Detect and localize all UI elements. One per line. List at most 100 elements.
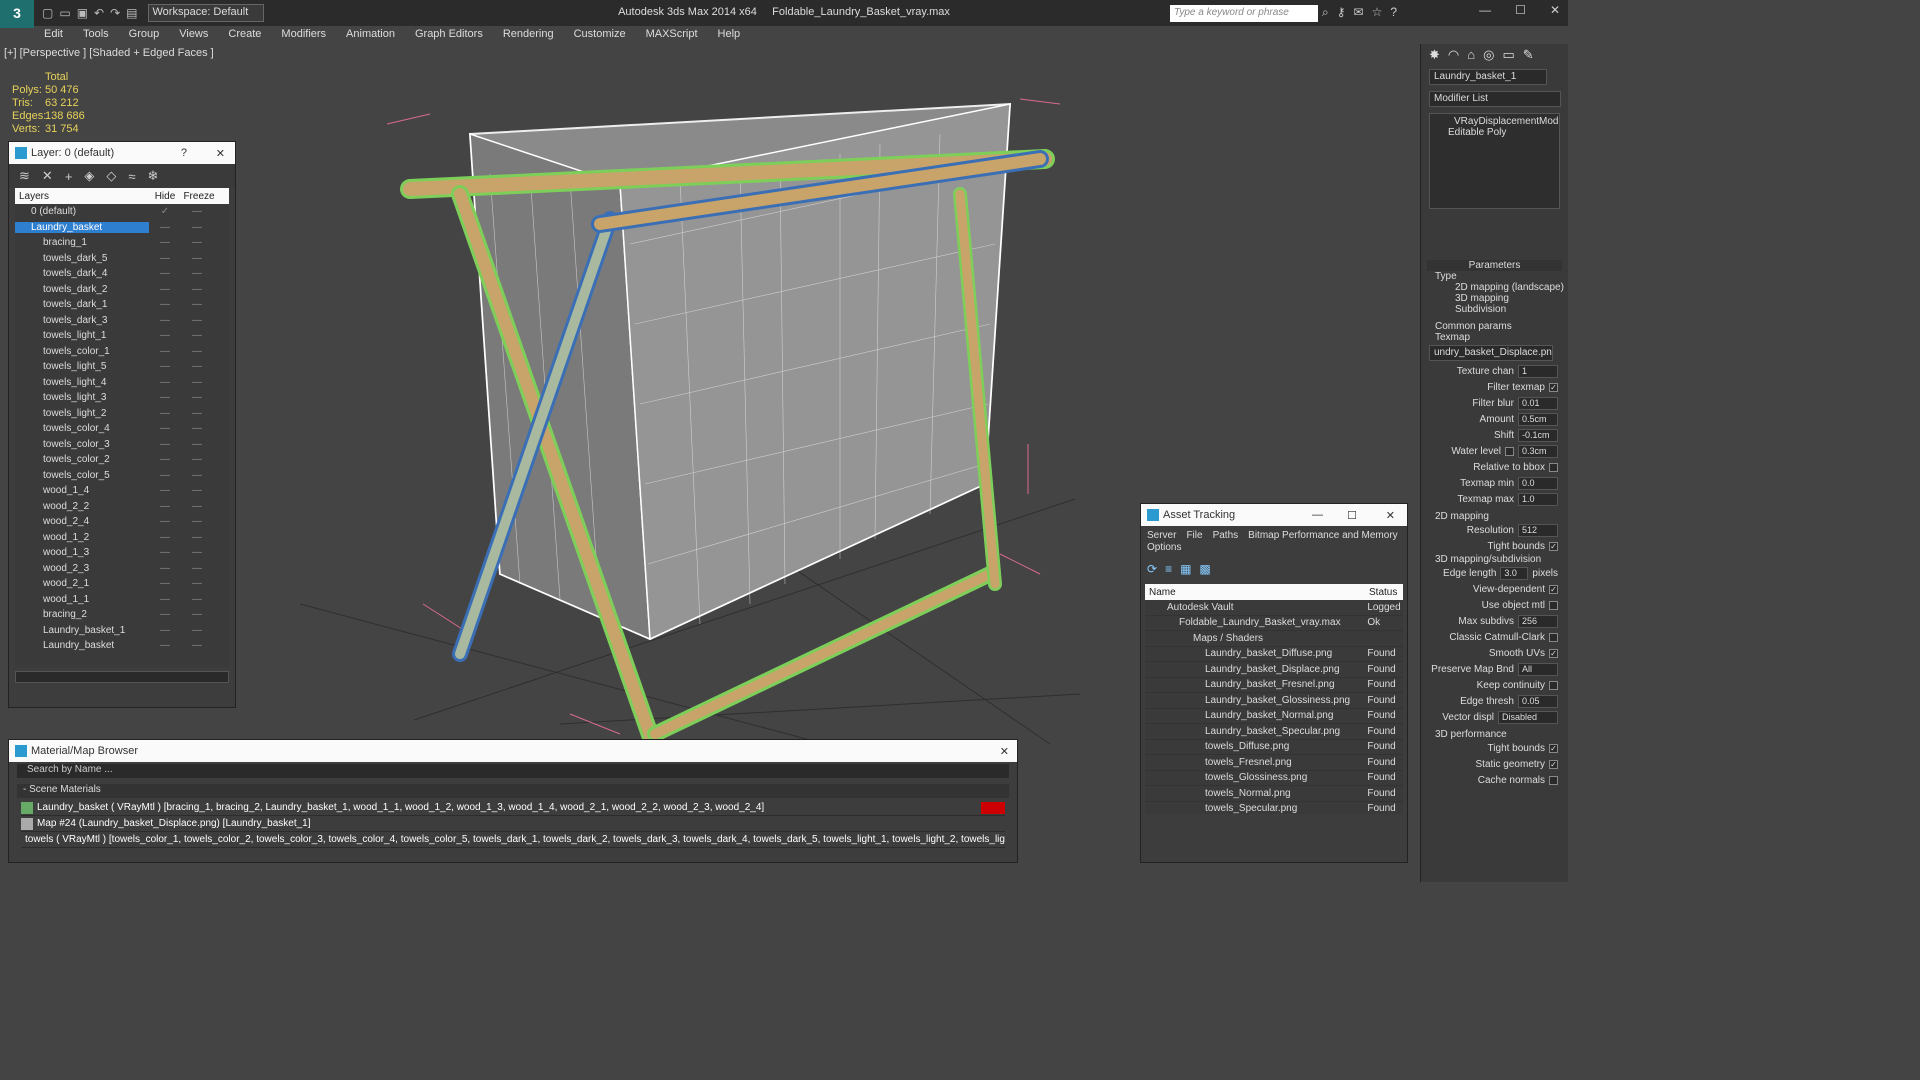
catmull-checkbox[interactable]	[1549, 632, 1558, 642]
hide-toggle[interactable]: —	[149, 640, 181, 651]
communication-icon[interactable]: ✉	[1354, 5, 1364, 20]
asset-row[interactable]: towels_Fresnel.png Found	[1145, 755, 1403, 771]
refresh-icon[interactable]: ⟳	[1147, 562, 1157, 576]
hide-toggle[interactable]: —	[149, 578, 181, 589]
hide-toggle[interactable]: —	[149, 423, 181, 434]
layer-panel-header[interactable]: Layer: 0 (default) ? ✕	[9, 142, 235, 164]
freeze-toggle[interactable]: —	[181, 563, 213, 574]
freeze-toggle[interactable]: —	[181, 361, 213, 372]
freeze-toggle[interactable]: —	[181, 377, 213, 388]
add-icon[interactable]: +	[65, 169, 73, 184]
layer-row[interactable]: bracing_2 — —	[15, 607, 229, 623]
help-button[interactable]: ?	[181, 147, 187, 159]
menu-server[interactable]: Server	[1147, 530, 1176, 542]
layer-row[interactable]: towels_color_3 — —	[15, 437, 229, 453]
static-geometry-checkbox[interactable]: ✓	[1549, 759, 1558, 769]
select-icon[interactable]: ◈	[84, 168, 94, 184]
save-icon[interactable]: ▣	[77, 6, 88, 20]
hide-all-icon[interactable]: ≈	[128, 169, 135, 184]
asset-tracking-header[interactable]: Asset Tracking — ☐ ✕	[1141, 504, 1407, 526]
hide-toggle[interactable]: —	[149, 346, 181, 357]
app-logo-icon[interactable]: 3	[0, 0, 34, 28]
hide-toggle[interactable]: —	[149, 330, 181, 341]
highlight-icon[interactable]: ◇	[106, 168, 116, 184]
motion-tab-icon[interactable]: ◎	[1483, 47, 1494, 63]
create-tab-icon[interactable]: ✸	[1429, 47, 1440, 63]
menu-tools[interactable]: Tools	[73, 26, 119, 44]
freeze-toggle[interactable]: —	[181, 454, 213, 465]
freeze-toggle[interactable]: —	[181, 640, 213, 651]
menu-graph-editors[interactable]: Graph Editors	[405, 26, 493, 44]
material-row[interactable]: towels ( VRayMtl ) [towels_color_1, towe…	[21, 832, 1005, 848]
hide-toggle[interactable]: ✓	[149, 206, 181, 217]
layer-row[interactable]: towels_color_4 — —	[15, 421, 229, 437]
freeze-toggle[interactable]: —	[181, 578, 213, 589]
asset-row[interactable]: Autodesk Vault Logged	[1145, 600, 1403, 616]
asset-row[interactable]: towels_Normal.png Found	[1145, 786, 1403, 802]
layer-row[interactable]: wood_1_1 — —	[15, 592, 229, 608]
asset-row[interactable]: Laundry_basket_Glossiness.png Found	[1145, 693, 1403, 709]
hide-toggle[interactable]: —	[149, 609, 181, 620]
asset-row[interactable]: towels_Specular.png Found	[1145, 802, 1403, 814]
amount-input[interactable]: 0.5cm	[1518, 412, 1558, 426]
menu-edit[interactable]: Edit	[34, 26, 73, 44]
vector-displ-dropdown[interactable]: Disabled	[1498, 710, 1558, 724]
freeze-toggle[interactable]: —	[181, 392, 213, 403]
preserve-map-dropdown[interactable]: All	[1518, 662, 1558, 676]
filter-blur-input[interactable]: 0.01	[1518, 396, 1558, 410]
freeze-toggle[interactable]: —	[181, 222, 213, 233]
freeze-toggle[interactable]: —	[181, 501, 213, 512]
freeze-toggle[interactable]: —	[181, 485, 213, 496]
layer-row[interactable]: wood_2_4 — —	[15, 514, 229, 530]
hide-toggle[interactable]: —	[149, 408, 181, 419]
hide-toggle[interactable]: —	[149, 253, 181, 264]
freeze-toggle[interactable]: —	[181, 470, 213, 481]
cache-normals-checkbox[interactable]	[1549, 775, 1558, 785]
table-icon[interactable]: ▩	[1199, 562, 1210, 576]
menu-paths[interactable]: Paths	[1213, 530, 1239, 542]
hide-toggle[interactable]: —	[149, 439, 181, 450]
layer-row[interactable]: towels_color_1 — —	[15, 344, 229, 360]
parameters-rollout[interactable]: Parameters	[1427, 260, 1562, 271]
freeze-all-icon[interactable]: ❄	[148, 168, 159, 184]
freeze-toggle[interactable]: —	[181, 330, 213, 341]
freeze-toggle[interactable]: —	[181, 253, 213, 264]
max-subdivs-input[interactable]: 256	[1518, 614, 1558, 628]
radio-2d-mapping[interactable]: 2D mapping (landscape)	[1421, 282, 1568, 293]
hide-toggle[interactable]: —	[149, 485, 181, 496]
project-icon[interactable]: ▤	[126, 6, 137, 20]
minimize-button[interactable]: —	[1479, 3, 1491, 17]
modifier-list-dropdown[interactable]: Modifier List	[1429, 91, 1561, 107]
key-icon[interactable]: ⚷	[1337, 5, 1346, 20]
layer-row[interactable]: towels_dark_5 — —	[15, 251, 229, 267]
layer-row[interactable]: towels_light_1 — —	[15, 328, 229, 344]
relative-bbox-checkbox[interactable]	[1549, 462, 1558, 472]
maximize-button[interactable]: ☐	[1347, 509, 1357, 522]
material-row[interactable]: Map #24 (Laundry_basket_Displace.png) [L…	[21, 816, 1005, 832]
layer-row[interactable]: 0 (default) ✓ —	[15, 204, 229, 220]
minimize-button[interactable]: —	[1312, 509, 1323, 521]
menu-customize[interactable]: Customize	[564, 26, 636, 44]
asset-row[interactable]: Maps / Shaders	[1145, 631, 1403, 647]
shift-input[interactable]: -0.1cm	[1518, 428, 1558, 442]
layer-row[interactable]: wood_2_1 — —	[15, 576, 229, 592]
keyword-search-input[interactable]: Type a keyword or phrase	[1170, 5, 1318, 22]
resolution-input[interactable]: 512	[1518, 523, 1558, 537]
edge-length-input[interactable]: 3.0	[1500, 566, 1529, 580]
menu-group[interactable]: Group	[119, 26, 170, 44]
smooth-uvs-checkbox[interactable]: ✓	[1549, 648, 1558, 658]
menu-rendering[interactable]: Rendering	[493, 26, 564, 44]
asset-row[interactable]: towels_Glossiness.png Found	[1145, 771, 1403, 786]
menu-help[interactable]: Help	[708, 26, 751, 44]
star-icon[interactable]: ☆	[1372, 5, 1383, 20]
redo-icon[interactable]: ↷	[110, 6, 120, 20]
hide-toggle[interactable]: —	[149, 222, 181, 233]
layer-row[interactable]: towels_dark_1 — —	[15, 297, 229, 313]
material-browser-header[interactable]: Material/Map Browser ✕	[9, 740, 1017, 762]
close-icon[interactable]: ✕	[1386, 509, 1395, 522]
hide-toggle[interactable]: —	[149, 268, 181, 279]
horizontal-scrollbar[interactable]	[15, 671, 229, 683]
hide-toggle[interactable]: —	[149, 361, 181, 372]
layer-row[interactable]: Laundry_basket — —	[15, 638, 229, 654]
hide-toggle[interactable]: —	[149, 470, 181, 481]
